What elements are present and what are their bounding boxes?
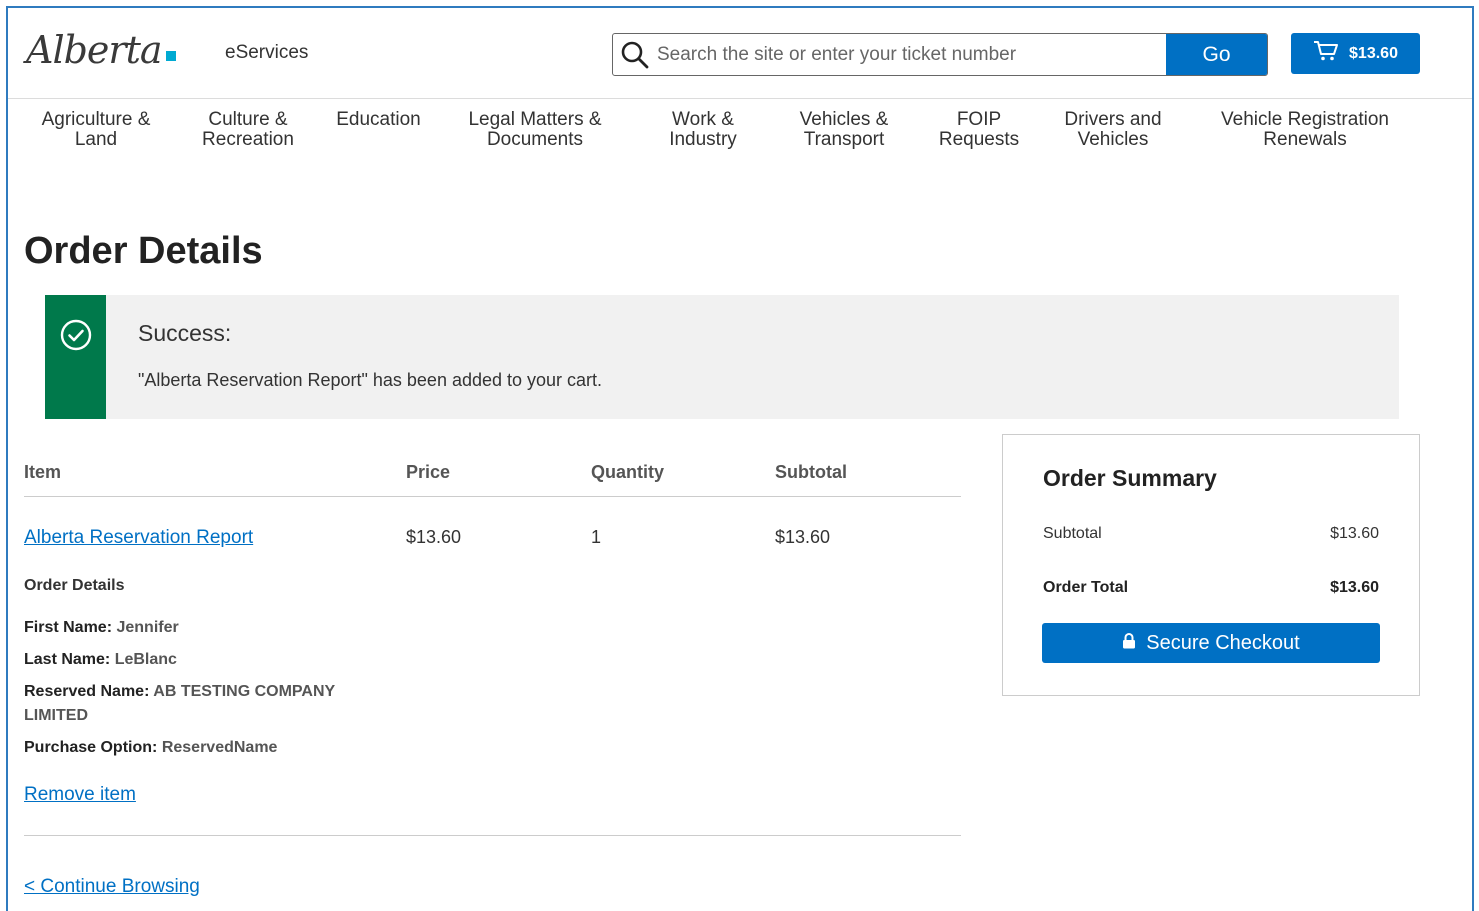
- nav-label-line1: Work &: [672, 109, 734, 130]
- site-header: Alberta eServices Go $13.60: [8, 8, 1472, 99]
- detail-value: ReservedName: [161, 739, 278, 756]
- summary-subtotal-value: $13.60: [1330, 525, 1379, 542]
- cart-table-header: Item Price Quantity Subtotal: [24, 462, 961, 497]
- nav-item-drivers[interactable]: Drivers and Vehicles: [1052, 110, 1174, 150]
- nav-item-education[interactable]: Education: [326, 110, 431, 130]
- callout-body: Success: "Alberta Reservation Report" ha…: [106, 295, 602, 419]
- detail-value: LIMITED: [24, 707, 88, 724]
- cart-total: $13.60: [1349, 44, 1398, 62]
- callout-accent: [45, 295, 106, 419]
- nav-item-foip[interactable]: FOIP Requests: [930, 110, 1028, 150]
- alberta-logo[interactable]: Alberta: [26, 28, 176, 72]
- nav-label-line2: Vehicles: [1077, 129, 1149, 150]
- summary-subtotal-row: Subtotal $13.60: [1043, 525, 1379, 543]
- nav-item-agriculture[interactable]: Agriculture & Land: [30, 110, 162, 150]
- item-subtotal: $13.60: [775, 527, 831, 547]
- divider: [24, 835, 961, 836]
- summary-total-row: Order Total $13.60: [1043, 579, 1379, 597]
- nav-item-legal[interactable]: Legal Matters & Documents: [454, 110, 616, 150]
- cart-button[interactable]: $13.60: [1291, 33, 1420, 74]
- nav-item-work[interactable]: Work & Industry: [657, 110, 749, 150]
- detail-label: Purchase Option:: [24, 739, 158, 756]
- callout-title: Success:: [138, 320, 232, 346]
- summary-total-label: Order Total: [1043, 579, 1129, 596]
- item-name-link[interactable]: Alberta Reservation Report: [24, 527, 253, 549]
- detail-reserved-name-cont: LIMITED: [24, 707, 88, 725]
- column-header-item: Item: [24, 462, 62, 482]
- nav-label-line2: Transport: [803, 129, 885, 150]
- summary-total-value: $13.60: [1330, 579, 1379, 596]
- summary-title: Order Summary: [1043, 465, 1217, 491]
- nav-label-line1: Legal Matters &: [468, 109, 602, 130]
- detail-value: Jennifer: [116, 619, 179, 636]
- column-header-subtotal: Subtotal: [775, 462, 847, 482]
- summary-subtotal-label: Subtotal: [1043, 525, 1102, 542]
- secure-checkout-button[interactable]: Secure Checkout: [1042, 623, 1380, 663]
- detail-reserved-name: Reserved Name: AB TESTING COMPANY: [24, 683, 335, 701]
- nav-label-line1: Vehicle Registration: [1221, 109, 1389, 130]
- detail-first-name: First Name: Jennifer: [24, 619, 179, 637]
- nav-label-line1: Agriculture &: [41, 109, 151, 130]
- nav-label-line2: Recreation: [202, 129, 294, 150]
- detail-purchase-option: Purchase Option: ReservedName: [24, 739, 277, 757]
- checkout-label: Secure Checkout: [1146, 631, 1300, 654]
- continue-browsing-link[interactable]: < Continue Browsing: [24, 876, 200, 898]
- nav-label-line1: Vehicles &: [799, 109, 889, 130]
- nav-item-registration[interactable]: Vehicle Registration Renewals: [1204, 110, 1406, 150]
- check-circle-icon: [60, 319, 92, 419]
- detail-value: AB TESTING COMPANY: [153, 683, 336, 700]
- nav-item-vehicles-transport[interactable]: Vehicles & Transport: [788, 110, 900, 150]
- detail-last-name: Last Name: LeBlanc: [24, 651, 177, 669]
- search-icon: [613, 34, 657, 75]
- item-price: $13.60: [406, 527, 462, 547]
- detail-label: First Name:: [24, 619, 113, 636]
- nav-label-line2: Requests: [938, 129, 1020, 150]
- detail-label: Last Name:: [24, 651, 111, 668]
- nav-label-line2: Renewals: [1263, 129, 1347, 150]
- detail-value: LeBlanc: [114, 651, 177, 668]
- order-details-title: Order Details: [24, 577, 125, 594]
- nav-label-line2: Industry: [669, 129, 737, 150]
- logo-wordmark: Alberta: [26, 28, 162, 72]
- page-title: Order Details: [24, 230, 263, 272]
- search-bar: Go: [612, 33, 1268, 76]
- nav-label-line2: Documents: [486, 129, 584, 150]
- nav-label-line2: Land: [74, 129, 118, 150]
- lock-icon: [1122, 632, 1136, 655]
- site-name: eServices: [225, 42, 309, 63]
- column-header-quantity: Quantity: [591, 462, 665, 482]
- order-summary: Order Summary Subtotal $13.60 Order Tota…: [1002, 434, 1420, 696]
- detail-label: Reserved Name:: [24, 683, 150, 700]
- main-nav: Agriculture & Land Culture & Recreation …: [8, 100, 1472, 160]
- nav-item-culture[interactable]: Culture & Recreation: [193, 110, 303, 150]
- column-header-price: Price: [406, 462, 451, 482]
- nav-label-line1: Education: [336, 109, 421, 130]
- nav-label-line1: Drivers and: [1064, 109, 1162, 130]
- cart-icon: [1313, 40, 1339, 67]
- callout-message: "Alberta Reservation Report" has been ad…: [138, 370, 603, 390]
- search-input[interactable]: [657, 34, 1166, 75]
- logo-mark: [165, 51, 176, 61]
- success-callout: Success: "Alberta Reservation Report" ha…: [45, 295, 1399, 419]
- search-go-button[interactable]: Go: [1166, 34, 1267, 75]
- remove-item-link[interactable]: Remove item: [24, 784, 136, 806]
- item-quantity: 1: [591, 527, 602, 547]
- nav-label-line1: FOIP: [956, 109, 1002, 130]
- nav-label-line1: Culture &: [208, 109, 288, 130]
